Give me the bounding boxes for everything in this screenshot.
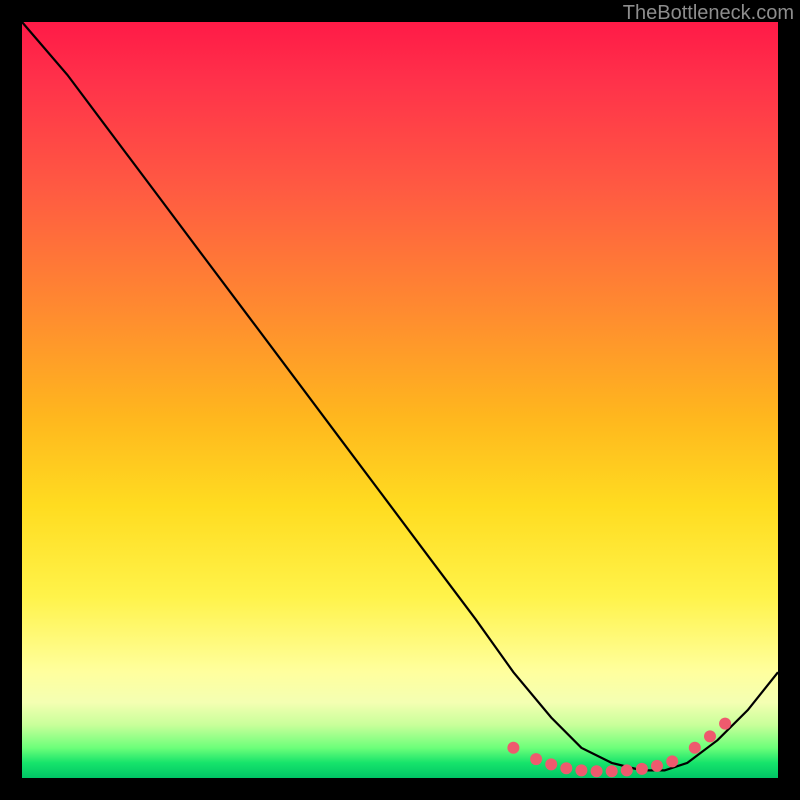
heat-gradient-plot bbox=[22, 22, 778, 778]
chart-stage: TheBottleneck.com bbox=[0, 0, 800, 800]
watermark-label: TheBottleneck.com bbox=[623, 2, 794, 25]
